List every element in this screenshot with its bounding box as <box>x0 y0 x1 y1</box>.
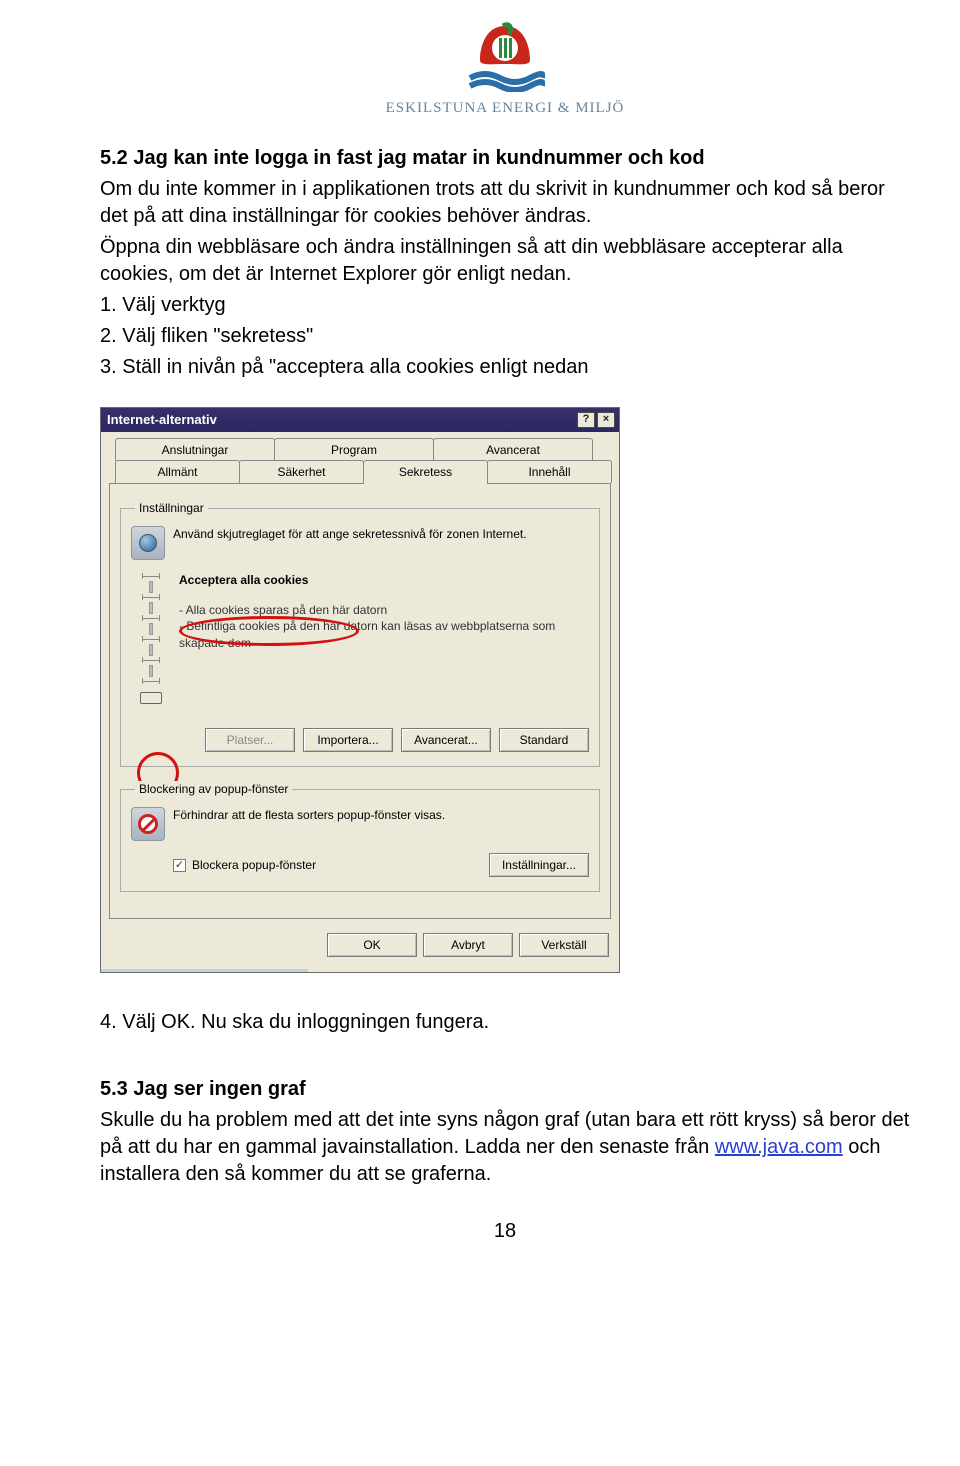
cancel-button[interactable]: Avbryt <box>423 933 513 957</box>
dialog-title: Internet-alternativ <box>107 411 217 429</box>
list-step-2: 2. Välj fliken "sekretess" <box>100 323 910 350</box>
tab-general[interactable]: Allmänt <box>115 460 240 483</box>
sites-button[interactable]: Platser... <box>205 728 295 752</box>
decorative-line <box>101 969 308 972</box>
paragraph: Om du inte kommer in i applikationen tro… <box>100 176 910 230</box>
ok-button[interactable]: OK <box>327 933 417 957</box>
apply-button[interactable]: Verkställ <box>519 933 609 957</box>
advanced-button[interactable]: Avancerat... <box>401 728 491 752</box>
page-number: 18 <box>100 1218 910 1245</box>
tabs-area: Anslutningar Program Avancerat Allmänt S… <box>101 432 619 926</box>
tab-privacy[interactable]: Sekretess <box>363 460 488 483</box>
dialog-titlebar: Internet-alternativ ? × <box>101 408 619 432</box>
popup-blocker-icon <box>131 807 165 841</box>
close-icon[interactable]: × <box>597 412 615 428</box>
dialog-bottom-buttons: OK Avbryt Verkställ <box>101 925 619 967</box>
section-5-3-heading: 5.3 Jag ser ingen graf <box>100 1076 910 1103</box>
document-page: ESKILSTUNA ENERGI & MILJÖ 5.2 Jag kan in… <box>0 20 960 1275</box>
popup-group: Blockering av popup-fönster Förhindrar a… <box>120 781 600 892</box>
privacy-slider[interactable] <box>131 572 171 716</box>
tab-body: Inställningar Använd skjutreglaget för a… <box>109 483 611 919</box>
block-popup-checkbox[interactable]: Blockera popup-fönster <box>173 857 316 873</box>
list-step-4: 4. Välj OK. Nu ska du inloggningen funge… <box>100 1009 910 1036</box>
brand-logo: ESKILSTUNA ENERGI & MILJÖ <box>385 20 625 118</box>
list-step-1: 1. Välj verktyg <box>100 292 910 319</box>
tab-advanced[interactable]: Avancerat <box>433 438 593 461</box>
java-link[interactable]: www.java.com <box>715 1136 843 1158</box>
slider-thumb-icon[interactable] <box>140 692 162 704</box>
tab-content[interactable]: Innehåll <box>487 460 612 483</box>
settings-group: Inställningar Använd skjutreglaget för a… <box>120 500 600 767</box>
settings-legend: Inställningar <box>135 500 208 516</box>
logo-icon <box>465 20 545 92</box>
settings-intro: Använd skjutreglaget för att ange sekret… <box>173 526 527 542</box>
red-circle-annotation <box>179 616 359 646</box>
tab-security[interactable]: Säkerhet <box>239 460 364 483</box>
section-5-2-heading: 5.2 Jag kan inte logga in fast jag matar… <box>100 145 910 172</box>
paragraph: Skulle du ha problem med att det inte sy… <box>100 1107 910 1188</box>
internet-options-dialog: Internet-alternativ ? × Anslutningar Pro… <box>100 407 620 973</box>
popup-description: Förhindrar att de flesta sorters popup-f… <box>173 807 445 823</box>
tab-connections[interactable]: Anslutningar <box>115 438 275 461</box>
tab-program[interactable]: Program <box>274 438 434 461</box>
popup-settings-button[interactable]: Inställningar... <box>489 853 589 877</box>
brand-logo-block: ESKILSTUNA ENERGI & MILJÖ <box>100 20 910 120</box>
checkbox-label: Blockera popup-fönster <box>192 857 316 873</box>
import-button[interactable]: Importera... <box>303 728 393 752</box>
help-icon[interactable]: ? <box>577 412 595 428</box>
list-step-3: 3. Ställ in nivån på "acceptera alla coo… <box>100 354 910 381</box>
paragraph: Öppna din webbläsare och ändra inställni… <box>100 234 910 288</box>
privacy-level-label: Acceptera alla cookies <box>179 572 308 588</box>
default-button[interactable]: Standard <box>499 728 589 752</box>
checkbox-icon <box>173 859 186 872</box>
globe-icon <box>131 526 165 560</box>
brand-name: ESKILSTUNA ENERGI & MILJÖ <box>385 98 625 118</box>
popup-legend: Blockering av popup-fönster <box>135 781 292 797</box>
